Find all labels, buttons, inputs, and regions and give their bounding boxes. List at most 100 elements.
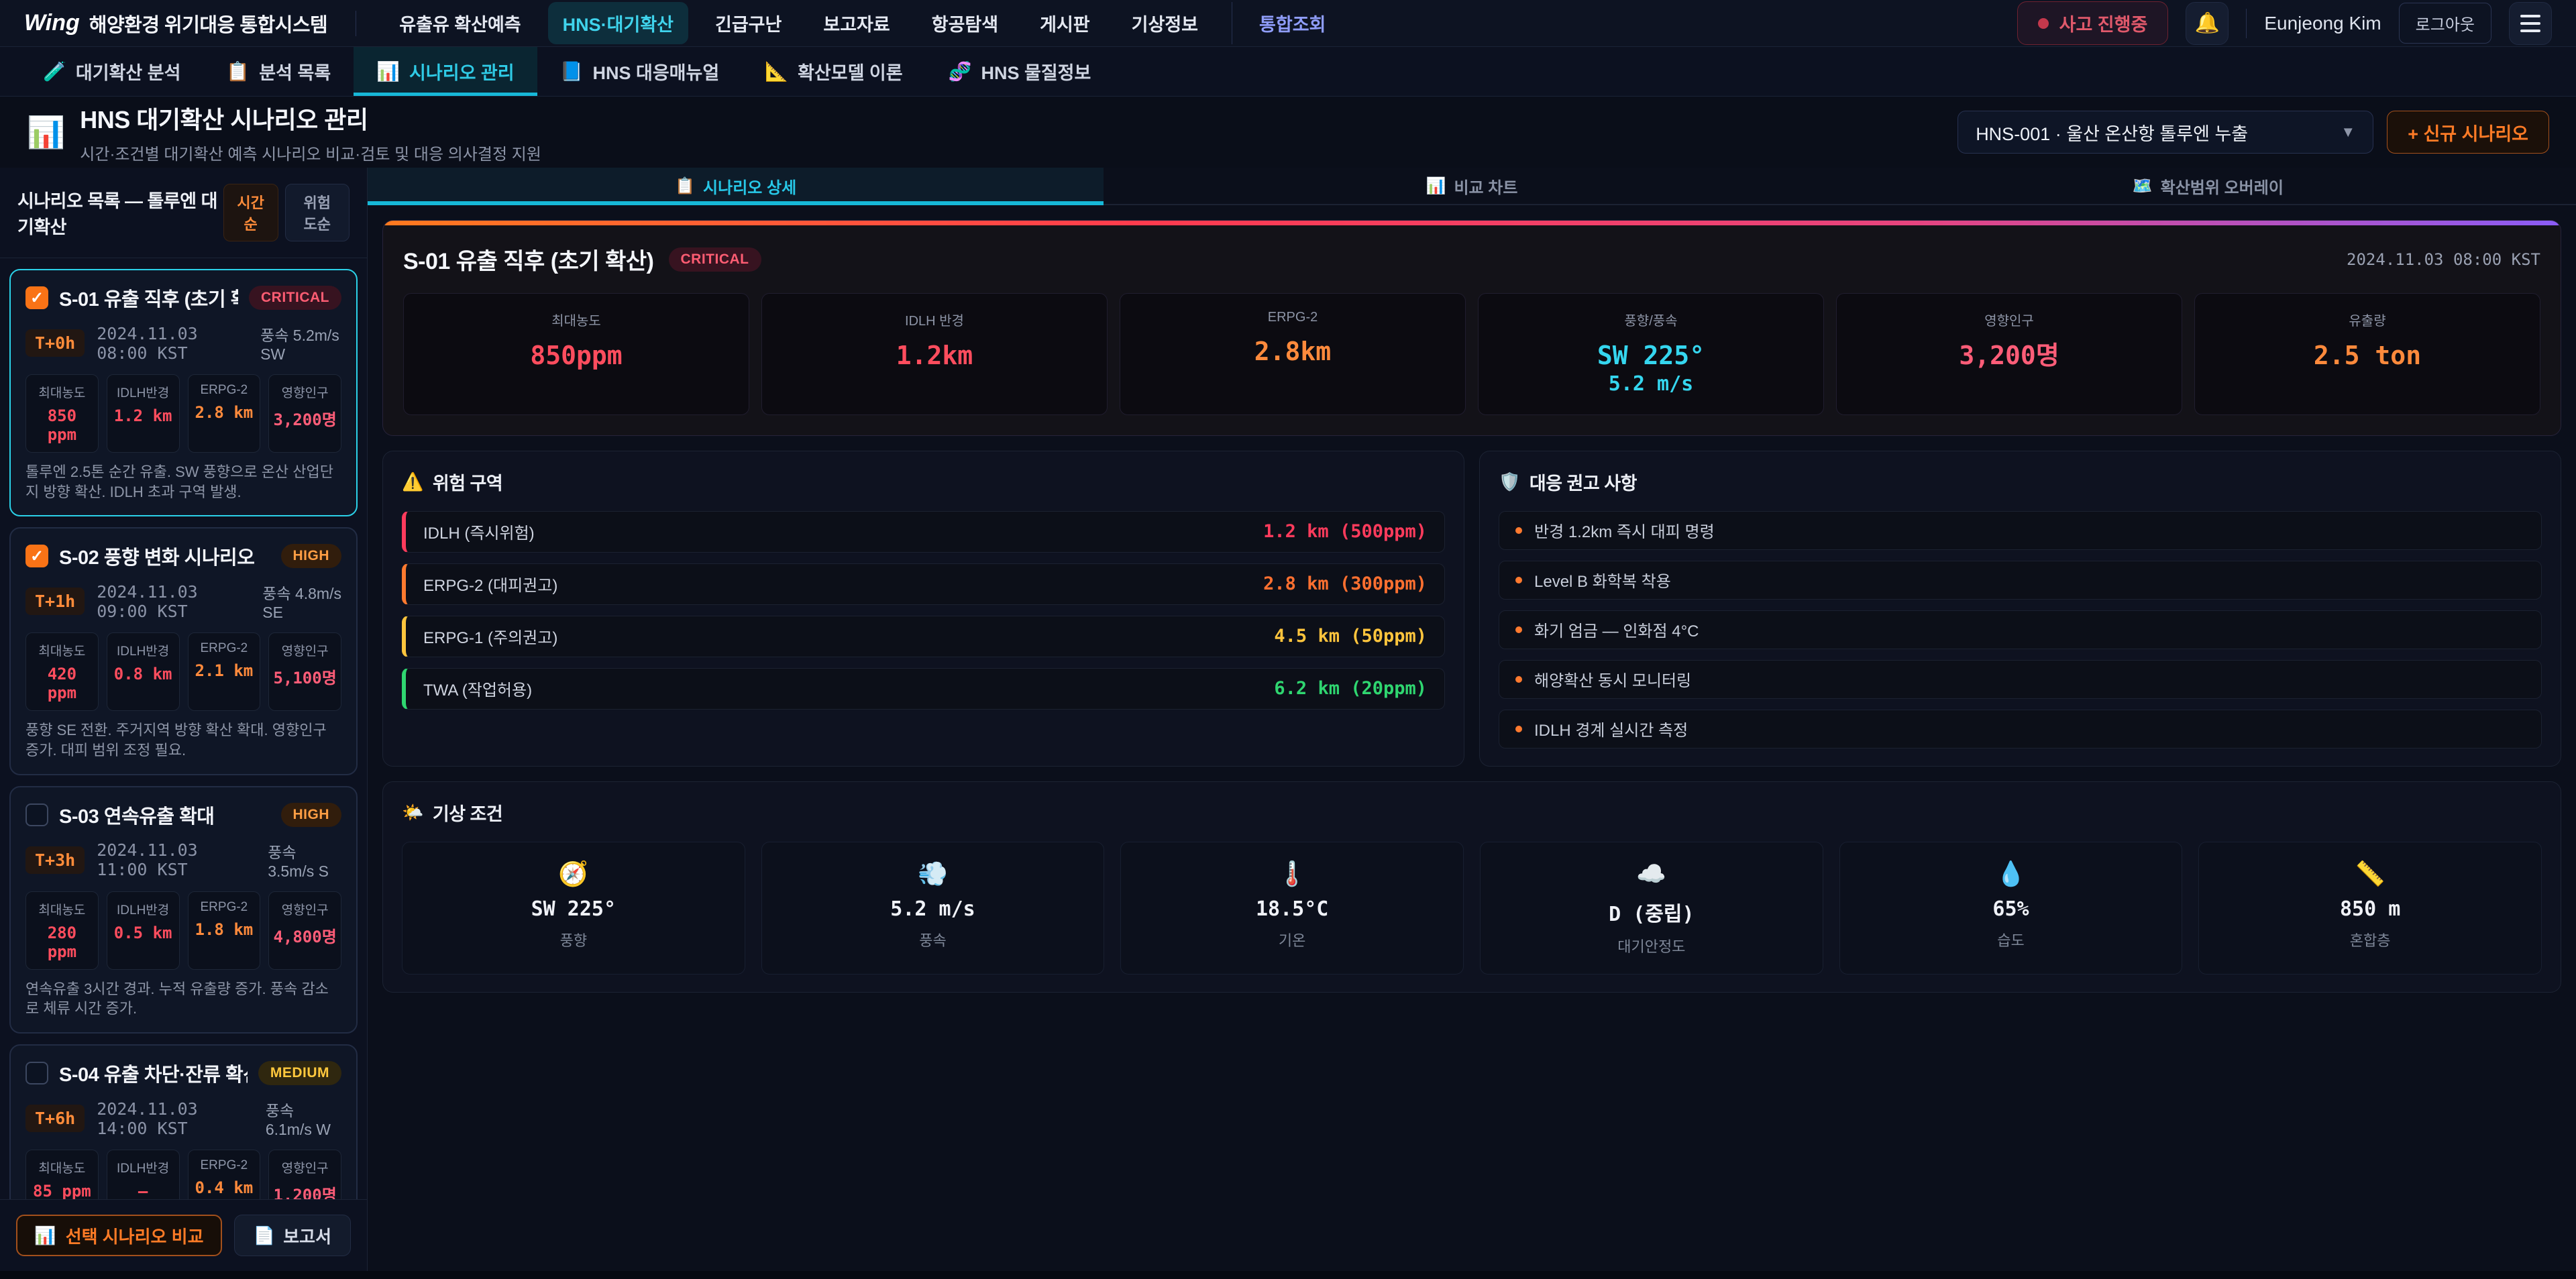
detail-stat-wind: 풍향/풍속 SW 225° 5.2 m/s bbox=[1478, 293, 1824, 415]
notifications-button[interactable]: 🔔 bbox=[2186, 2, 2229, 45]
stat-erpg2: ERPG-2 0.4 km bbox=[188, 1150, 261, 1199]
stat-label: 영향인구 bbox=[273, 383, 337, 401]
subtab-hns-manual[interactable]: 📘 HNS 대응매뉴얼 bbox=[537, 47, 743, 96]
sort-by-risk-button[interactable]: 위험도순 bbox=[285, 184, 350, 241]
hazard-value: 1.2 km (500ppm) bbox=[1263, 521, 1427, 542]
hazard-value: 6.2 km (20ppm) bbox=[1274, 678, 1427, 699]
stat-label: 최대농도 bbox=[409, 310, 743, 329]
stat-idlh-radius: IDLH반경 0.5 km bbox=[107, 891, 180, 970]
tab-dispersion-overlay[interactable]: 🗺️ 확산범위 오버레이 bbox=[1840, 168, 2576, 204]
detail-severity-badge: CRITICAL bbox=[669, 247, 761, 272]
time-offset-badge: T+6h bbox=[25, 1105, 85, 1132]
tab-label: 비교 차트 bbox=[1454, 174, 1517, 198]
subtab-dispersion-analysis[interactable]: 🧪 대기확산 분석 bbox=[20, 47, 203, 96]
stat-value: 850 ppm bbox=[30, 406, 94, 444]
stat-erpg2: ERPG-2 1.8 km bbox=[188, 891, 261, 970]
bottom-edge-bar bbox=[0, 1271, 2576, 1279]
subtab-label: HNS 물질정보 bbox=[981, 58, 1091, 85]
nav-item-weather[interactable]: 기상정보 bbox=[1117, 2, 1213, 44]
stat-value: 85 ppm bbox=[30, 1182, 94, 1199]
stat-erpg2: ERPG-2 2.1 km bbox=[188, 632, 261, 711]
dna-icon: 🧬 bbox=[949, 60, 972, 82]
bullet-icon bbox=[1515, 726, 1522, 732]
test-tube-icon: 🧪 bbox=[43, 60, 66, 82]
nav-item-aerial-search[interactable]: 항공탐색 bbox=[917, 2, 1013, 44]
stat-affected-population: 영향인구 3,200명 bbox=[268, 374, 341, 453]
stat-label: 유출량 bbox=[2200, 310, 2534, 329]
subtab-model-theory[interactable]: 📐 확산모델 이론 bbox=[742, 47, 925, 96]
scenario-title: S-04 유출 차단·잔류 확산 bbox=[59, 1059, 248, 1087]
scenario-datetime: 2024.11.03 09:00 KST bbox=[97, 582, 250, 621]
stat-max-concentration: 최대농도 850 ppm bbox=[25, 374, 99, 453]
sidebar-header: 시나리오 목록 — 톨루엔 대기확산 시간순 위험도순 bbox=[0, 168, 367, 258]
hazard-value: 4.5 km (50ppm) bbox=[1274, 626, 1427, 647]
weather-value: 65% bbox=[1845, 897, 2177, 921]
weather-card-temperature: 🌡️ 18.5°C 기온 bbox=[1120, 842, 1464, 975]
stat-idlh-radius: IDLH반경 1.2 km bbox=[107, 374, 180, 453]
stat-label: ERPG-2 bbox=[1126, 310, 1460, 325]
sort-by-time-button[interactable]: 시간순 bbox=[223, 184, 278, 241]
incident-select-value: HNS-001 · 울산 온산항 톨루엔 누출 bbox=[1976, 119, 2248, 146]
book-icon: 📘 bbox=[560, 60, 584, 82]
stat-label: ERPG-2 bbox=[193, 641, 256, 656]
scenario-list: S-01 유출 직후 (초기 확산) CRITICAL T+0h 2024.11… bbox=[0, 258, 367, 1199]
subtab-hns-substance-info[interactable]: 🧬 HNS 물질정보 bbox=[926, 47, 1114, 96]
nav-item-integrated-search[interactable]: 통합조회 bbox=[1232, 2, 1340, 44]
droplet-icon: 💧 bbox=[1845, 860, 2177, 888]
detail-timestamp: 2024.11.03 08:00 KST bbox=[2347, 250, 2540, 269]
page-subtitle: 시간·조건별 대기확산 예측 시나리오 비교·검토 및 대응 의사결정 지원 bbox=[80, 141, 541, 164]
brand-title: 해양환경 위기대응 통합시스템 bbox=[89, 9, 327, 38]
stat-value-secondary: 5.2 m/s bbox=[1484, 372, 1818, 396]
scenario-checkbox[interactable] bbox=[25, 1062, 48, 1085]
subtab-scenario-management[interactable]: 📊 시나리오 관리 bbox=[354, 47, 537, 96]
compare-scenarios-button[interactable]: 📊 선택 시나리오 비교 bbox=[16, 1215, 222, 1256]
scenario-checkbox[interactable] bbox=[25, 286, 48, 309]
tab-scenario-detail[interactable]: 📋 시나리오 상세 bbox=[368, 168, 1104, 204]
user-name: Eunjeong Kim bbox=[2264, 13, 2381, 34]
hazard-zones-panel: ⚠️ 위험 구역 IDLH (즉시위험) 1.2 km (500ppm) ERP… bbox=[382, 451, 1464, 767]
severity-badge: MEDIUM bbox=[258, 1061, 341, 1085]
scenario-detail-panel: S-01 유출 직후 (초기 확산) CRITICAL 2024.11.03 0… bbox=[382, 220, 2561, 436]
incident-status-badge: 사고 진행중 bbox=[2017, 1, 2169, 45]
report-button[interactable]: 📄 보고서 bbox=[234, 1215, 351, 1256]
stat-value: 2.8km bbox=[1126, 336, 1460, 368]
scenario-checkbox[interactable] bbox=[25, 803, 48, 826]
nav-menu: 유출유 확산예측 HNS·대기확산 긴급구난 보고자료 항공탐색 게시판 기상정… bbox=[384, 2, 1340, 44]
page-header-controls: HNS-001 · 울산 온산항 톨루엔 누출 ▼ + 신규 시나리오 bbox=[1957, 111, 2549, 154]
nav-item-reports[interactable]: 보고자료 bbox=[808, 2, 904, 44]
nav-item-board[interactable]: 게시판 bbox=[1025, 2, 1105, 44]
map-icon: 🗺️ bbox=[2133, 176, 2153, 196]
chevron-down-icon: ▼ bbox=[2341, 123, 2355, 141]
new-scenario-button[interactable]: + 신규 시나리오 bbox=[2387, 111, 2549, 154]
nav-item-oil-spill[interactable]: 유출유 확산예측 bbox=[384, 2, 535, 44]
stat-affected-population: 영향인구 5,100명 bbox=[268, 632, 341, 711]
severity-badge: HIGH bbox=[281, 544, 342, 568]
hamburger-menu-button[interactable] bbox=[2509, 2, 2552, 45]
hazard-row-erpg2: ERPG-2 (대피권고) 2.8 km (300ppm) bbox=[402, 563, 1445, 605]
stat-value: 0.4 km bbox=[193, 1178, 256, 1197]
clipboard-icon: 📋 bbox=[675, 176, 695, 196]
scenario-checkbox[interactable] bbox=[25, 545, 48, 567]
page-header: 📊 HNS 대기확산 시나리오 관리 시간·조건별 대기확산 예측 시나리오 비… bbox=[0, 97, 2576, 168]
nav-item-hns-dispersion[interactable]: HNS·대기확산 bbox=[548, 2, 688, 44]
scenario-card-s01[interactable]: S-01 유출 직후 (초기 확산) CRITICAL T+0h 2024.11… bbox=[9, 269, 358, 516]
cloud-icon: ☁️ bbox=[1486, 860, 1817, 888]
incident-select[interactable]: HNS-001 · 울산 온산항 톨루엔 누출 ▼ bbox=[1957, 111, 2373, 154]
tab-comparison-chart[interactable]: 📊 비교 차트 bbox=[1104, 168, 1839, 204]
stat-label: 영향인구 bbox=[273, 900, 337, 918]
subtab-analysis-list[interactable]: 📋 분석 목록 bbox=[203, 47, 354, 96]
stat-value: 1,200명 bbox=[273, 1182, 337, 1199]
detail-tabs: 📋 시나리오 상세 📊 비교 차트 🗺️ 확산범위 오버레이 bbox=[368, 168, 2576, 205]
scenario-card-s04[interactable]: S-04 유출 차단·잔류 확산 MEDIUM T+6h 2024.11.03 … bbox=[9, 1044, 358, 1199]
main-panel: 📋 시나리오 상세 📊 비교 차트 🗺️ 확산범위 오버레이 bbox=[368, 168, 2576, 1271]
scenario-card-s02[interactable]: S-02 풍향 변화 시나리오 HIGH T+1h 2024.11.03 09:… bbox=[9, 527, 358, 775]
stat-idlh-radius: IDLH반경 – bbox=[107, 1150, 180, 1199]
hazard-row-twa: TWA (작업허용) 6.2 km (20ppm) bbox=[402, 668, 1445, 710]
scenario-card-s03[interactable]: S-03 연속유출 확대 HIGH T+3h 2024.11.03 11:00 … bbox=[9, 786, 358, 1034]
recommendation-item: IDLH 경계 실시간 측정 bbox=[1499, 710, 2542, 748]
logout-button[interactable]: 로그아웃 bbox=[2399, 3, 2491, 44]
bullet-icon bbox=[1515, 577, 1522, 583]
page-header-text: HNS 대기확산 시나리오 관리 시간·조건별 대기확산 예측 시나리오 비교·… bbox=[80, 101, 541, 164]
nav-item-rescue[interactable]: 긴급구난 bbox=[700, 2, 796, 44]
severity-badge: HIGH bbox=[281, 803, 342, 827]
